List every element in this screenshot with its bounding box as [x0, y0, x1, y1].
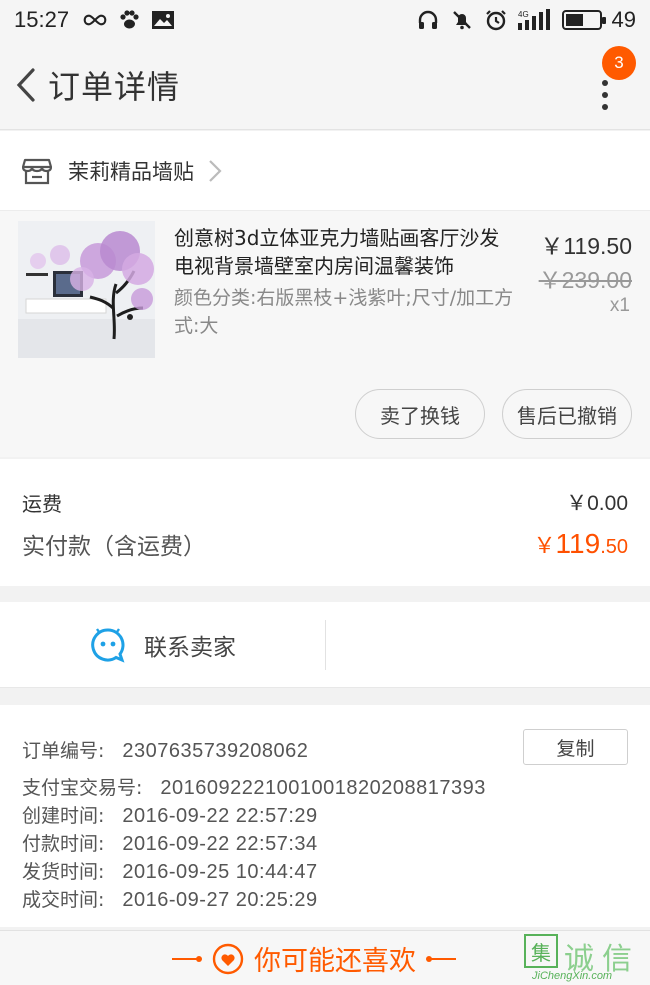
alipay-trade-row: 支付宝交易号: 2016092221001001820208817393 [22, 777, 486, 799]
created-time-row: 创建时间: 2016-09-22 22:57:29 [22, 805, 318, 827]
chevron-left-icon [16, 67, 35, 102]
chat-bubble-icon [91, 628, 125, 663]
notification-badge: 3 [602, 46, 636, 80]
divider [325, 620, 326, 670]
paid-row: 实付款（含运费） ￥119.50 [22, 527, 628, 561]
shop-row[interactable]: 茉莉精品墙贴 [0, 131, 650, 211]
infinity-icon [83, 9, 107, 31]
quantity: x1 [609, 295, 630, 316]
back-button[interactable] [6, 55, 46, 115]
heart-icon [212, 943, 244, 974]
payment-summary: 运费 ￥0.00 实付款（含运费） ￥119.50 [0, 459, 650, 586]
order-info: 复制 订单编号: 2307635739208062 支付宝交易号: 20160922… [0, 705, 650, 927]
nav-bar: 订单详情 3 [0, 40, 650, 130]
shop-icon [22, 158, 52, 184]
decor-line [172, 955, 202, 962]
product-thumbnail[interactable] [18, 221, 155, 358]
status-time: 15:27 [14, 7, 70, 32]
product-sku: 颜色分类:右版黑枝+浅紫叶;尺寸/加工方式:大 [174, 287, 514, 337]
site-watermark: 集 诚 信 JiChengXin.com [524, 932, 642, 984]
signal-4g-icon: 4G [517, 9, 552, 31]
paid-time-row: 付款时间: 2016-09-22 22:57:34 [22, 833, 318, 855]
watermark-logo: 集 [524, 934, 558, 968]
sell-resale-button[interactable]: 卖了换钱 [355, 389, 485, 439]
contact-seller-button[interactable]: 联系卖家 [0, 602, 326, 688]
unit-price: ￥119.50 [540, 233, 632, 259]
shipping-value: ￥0.00 [566, 492, 628, 515]
contact-seller-label: 联系卖家 [144, 635, 236, 661]
aftersale-status-button[interactable]: 售后已撤销 [502, 389, 632, 439]
more-vertical-icon [602, 104, 608, 110]
status-bar: 15:27 4G 49 [0, 0, 650, 40]
paw-icon [117, 9, 141, 31]
image-notification-icon [151, 9, 175, 31]
order-number: 2307635739208062 [122, 740, 309, 762]
order-item[interactable]: 创意树3d立体亚克力墙贴画客厅沙发电视背景墙壁室内房间温馨装饰 颜色分类:右版黑… [0, 211, 650, 457]
chevron-right-icon [209, 159, 222, 182]
shop-name: 茉莉精品墙贴 [68, 159, 194, 184]
alipay-trade-number: 2016092221001001820208817393 [160, 777, 486, 799]
mute-bell-icon [450, 9, 474, 31]
shipping-label: 运费 [22, 491, 62, 516]
battery-percent: 49 [611, 7, 636, 32]
contact-section: 联系卖家 [0, 602, 650, 688]
watermark-site: JiChengXin.com [532, 970, 613, 982]
decor-line [426, 955, 456, 962]
headphones-icon [416, 9, 440, 31]
recommend-title: 你可能还喜欢 [254, 946, 416, 977]
copy-button[interactable]: 复制 [523, 729, 628, 765]
paid-label: 实付款（含运费） [22, 534, 206, 560]
shipped-time-row: 发货时间: 2016-09-25 10:44:47 [22, 861, 318, 883]
order-number-row: 订单编号: 2307635739208062 [22, 740, 309, 762]
shipping-row: 运费 ￥0.00 [22, 487, 628, 517]
paid-amount: ￥119.50 [533, 528, 628, 559]
network-label: 4G [518, 10, 529, 19]
original-price: ￥239.00 [538, 267, 632, 293]
product-title[interactable]: 创意树3d立体亚克力墙贴画客厅沙发电视背景墙壁室内房间温馨装饰 [174, 224, 514, 280]
completed-time-row: 成交时间: 2016-09-27 20:25:29 [22, 889, 318, 911]
battery-icon [561, 10, 606, 30]
page-title: 订单详情 [48, 67, 181, 106]
alarm-icon [484, 9, 508, 31]
